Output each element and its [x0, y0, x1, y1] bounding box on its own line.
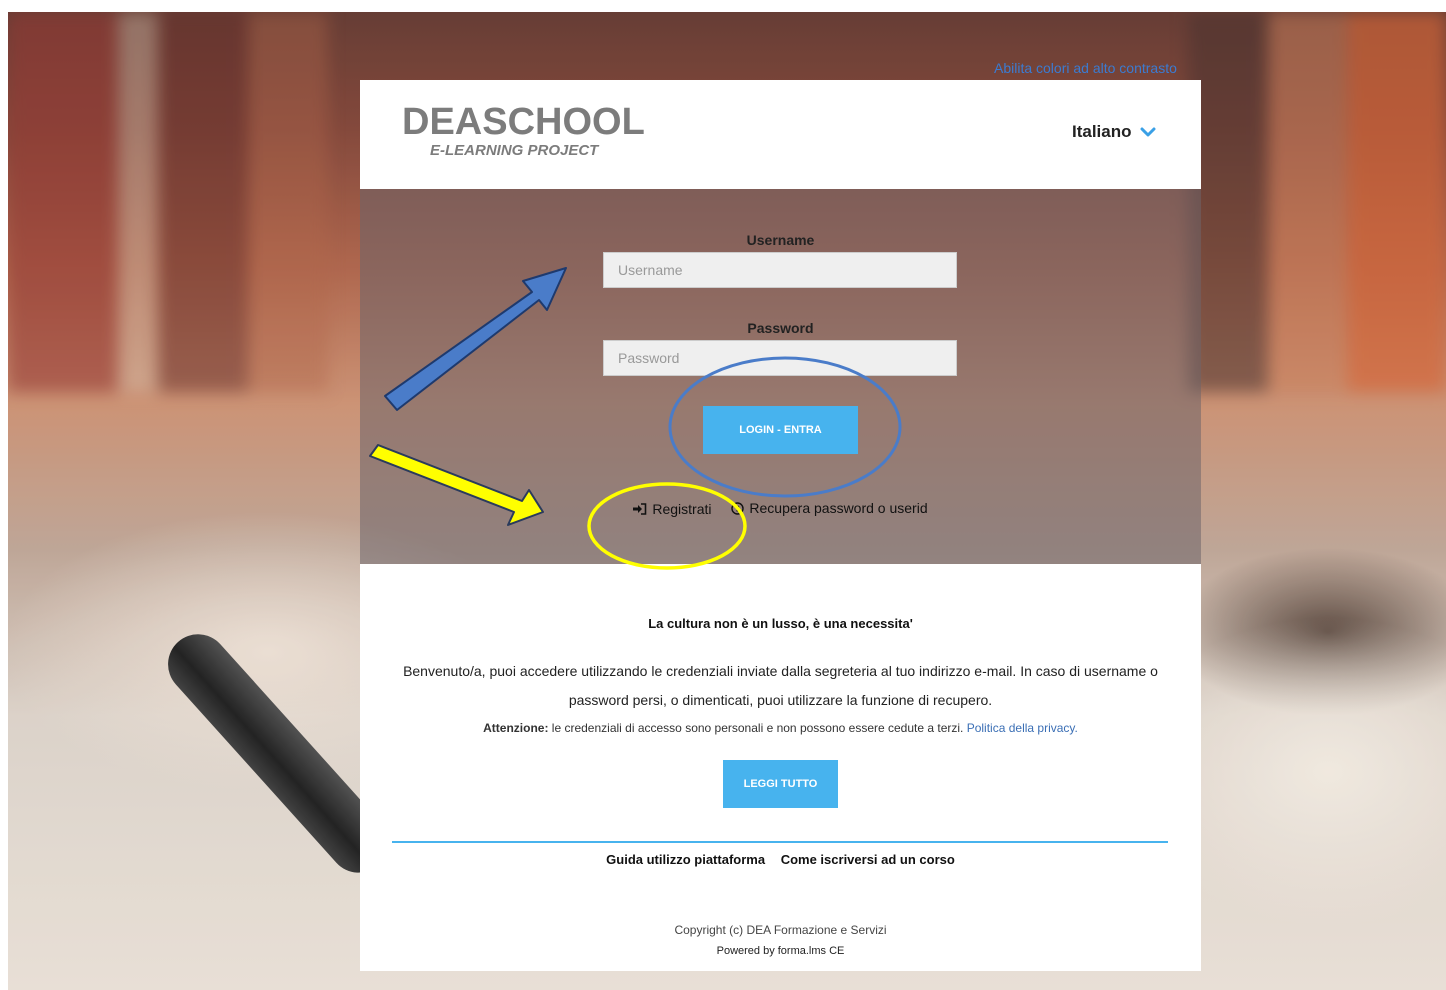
copyright-text: Copyright (c) DEA Formazione e Servizi	[674, 923, 887, 937]
privacy-policy-link[interactable]: Politica della privacy.	[967, 721, 1078, 735]
platform-guide-link[interactable]: Guida utilizzo piattaforma	[606, 852, 765, 867]
login-card: DEASCHOOL E-LEARNING PROJECT Italiano Us…	[360, 80, 1201, 971]
info-section: La cultura non è un lusso, è una necessi…	[360, 564, 1201, 971]
username-input[interactable]	[603, 252, 957, 288]
login-form: Username Password LOGIN - ENTRA Registra…	[360, 189, 1201, 564]
logo-subtitle: E-LEARNING PROJECT	[430, 142, 599, 159]
logo-title: DEASCHOOL	[402, 101, 645, 143]
svg-text:?: ?	[736, 504, 741, 513]
powered-by-text: Powered by forma.lms CE	[716, 945, 845, 957]
motto-text: La cultura non è un lusso, è una necessi…	[648, 616, 913, 631]
footer-links: Guida utilizzo piattaforma Come iscriver…	[360, 852, 1201, 867]
warning-label: Attenzione:	[483, 721, 549, 735]
password-label: Password	[747, 320, 814, 336]
language-label: Italiano	[1072, 122, 1132, 141]
question-circle-icon: ?	[731, 501, 745, 515]
language-selector[interactable]: Italiano	[1072, 122, 1156, 142]
divider	[392, 841, 1168, 843]
read-all-button[interactable]: LEGGI TUTTO	[723, 760, 838, 808]
enroll-course-link[interactable]: Come iscriversi ad un corso	[781, 852, 955, 867]
register-link[interactable]: Registrati	[633, 500, 712, 517]
header: DEASCHOOL E-LEARNING PROJECT Italiano	[360, 80, 1201, 189]
sign-in-icon	[633, 502, 647, 515]
account-links: Registrati ? Recupera password o userid	[360, 500, 1201, 518]
recover-password-link[interactable]: ? Recupera password o userid	[731, 500, 928, 516]
password-input[interactable]	[603, 340, 957, 376]
warning-text: Attenzione: le credenziali di accesso so…	[360, 721, 1201, 735]
high-contrast-link[interactable]: Abilita colori ad alto contrasto	[994, 60, 1177, 76]
register-label: Registrati	[652, 500, 712, 517]
login-button[interactable]: LOGIN - ENTRA	[703, 406, 858, 454]
welcome-text: Benvenuto/a, puoi accedere utilizzando l…	[403, 663, 1158, 708]
username-label: Username	[746, 232, 815, 248]
recover-password-label: Recupera password o userid	[749, 500, 928, 516]
warning-body: le credenziali di accesso sono personali…	[548, 721, 967, 735]
chevron-down-icon	[1140, 127, 1156, 136]
